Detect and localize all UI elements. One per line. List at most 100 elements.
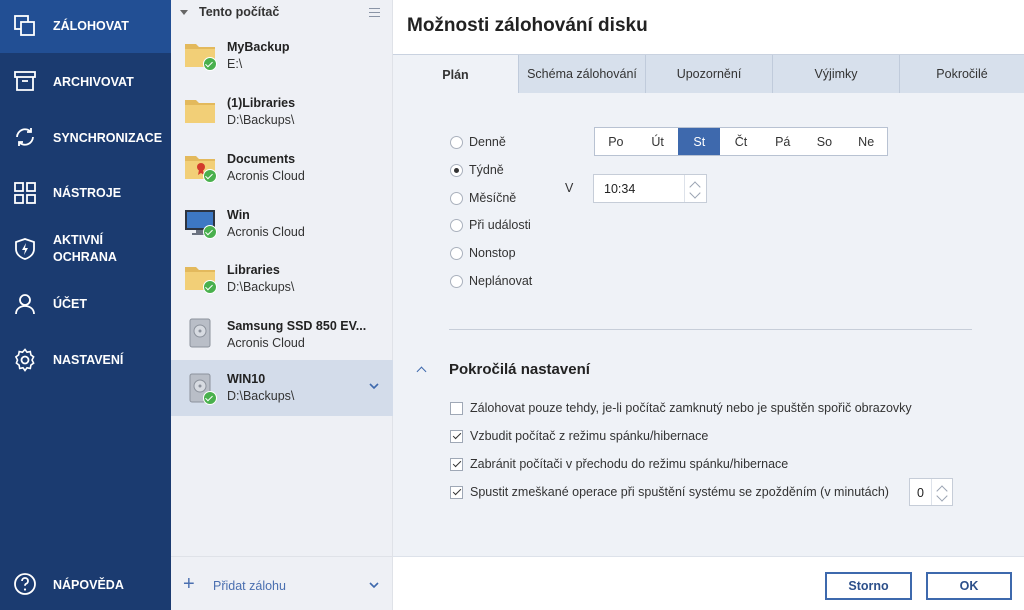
radio-button[interactable] bbox=[450, 135, 463, 149]
day-button-so[interactable]: So bbox=[804, 128, 846, 155]
disk-backup-options-dialog: Možnosti zálohování disku Plán Schéma zá… bbox=[393, 0, 1024, 610]
nav-label: ZÁLOHOVAT bbox=[53, 19, 129, 33]
nav-item-nastaveni[interactable]: NASTAVENÍ bbox=[0, 333, 171, 387]
tab-schema[interactable]: Schéma zálohování bbox=[519, 55, 646, 93]
delay-minutes-input[interactable]: 0 bbox=[909, 478, 953, 506]
tab-exclusions[interactable]: Výjimky bbox=[773, 55, 900, 93]
backup-item[interactable]: Win Acronis Cloud bbox=[171, 198, 393, 254]
backup-name: MyBackup bbox=[227, 40, 290, 54]
backup-destination: Acronis Cloud bbox=[227, 225, 305, 239]
radio-tydne[interactable]: Týdně bbox=[450, 160, 504, 180]
day-button-po[interactable]: Po bbox=[595, 128, 637, 155]
backup-item[interactable]: MyBackup E:\ bbox=[171, 30, 393, 86]
nav-item-nastroje[interactable]: NÁSTROJE bbox=[0, 166, 171, 220]
nav-label: SYNCHRONIZACE bbox=[53, 131, 163, 145]
nav-item-archivovat[interactable]: ARCHIVOVAT bbox=[0, 55, 171, 109]
radio-nonstop[interactable]: Nonstop bbox=[450, 243, 516, 263]
add-backup-button[interactable]: + Přidat zálohu bbox=[171, 556, 393, 610]
ok-button[interactable]: OK bbox=[926, 572, 1012, 600]
radio-button[interactable] bbox=[450, 274, 463, 288]
radio-pri-udalosti[interactable]: Při události bbox=[450, 215, 531, 235]
plus-icon: + bbox=[183, 573, 195, 595]
time-spinner[interactable] bbox=[684, 175, 706, 202]
backup-item[interactable]: Samsung SSD 850 EV... Acronis Cloud bbox=[171, 309, 393, 365]
checkbox-prevent-sleep[interactable]: Zabránit počítači v přechodu do režimu s… bbox=[450, 454, 788, 474]
checkbox-checked[interactable] bbox=[450, 485, 463, 499]
checkbox-checked[interactable] bbox=[450, 457, 463, 471]
backup-name: Win bbox=[227, 208, 250, 222]
nav-label: AKTIVNÍ bbox=[53, 233, 103, 247]
collapse-triangle-icon[interactable] bbox=[180, 10, 188, 15]
radio-label: Týdně bbox=[469, 163, 504, 177]
success-check-icon bbox=[203, 391, 217, 405]
tab-notifications[interactable]: Upozornění bbox=[646, 55, 773, 93]
advanced-settings-title: Pokročilá nastavení bbox=[449, 361, 590, 378]
day-button-pa[interactable]: Pá bbox=[762, 128, 804, 155]
tab-advanced[interactable]: Pokročilé bbox=[900, 55, 1024, 93]
backup-item[interactable]: (1)Libraries D:\Backups\ bbox=[171, 86, 393, 142]
day-button-st-selected[interactable]: St bbox=[678, 128, 721, 155]
checkbox-label: Spustit zmeškané operace při spuštění sy… bbox=[470, 485, 889, 499]
user-icon bbox=[15, 294, 35, 315]
backup-destination: E:\ bbox=[227, 57, 243, 71]
backup-name: Documents bbox=[227, 152, 296, 166]
backup-item-selected[interactable]: WIN10 D:\Backups\ bbox=[171, 360, 393, 416]
day-button-ne[interactable]: Ne bbox=[845, 128, 887, 155]
nav-item-synchronizace[interactable]: SYNCHRONIZACE bbox=[0, 111, 171, 165]
time-input[interactable]: 10:34 bbox=[593, 174, 707, 203]
radio-button-selected[interactable] bbox=[450, 163, 463, 177]
checkbox-missed-operations[interactable]: Spustit zmeškané operace při spuštění sy… bbox=[450, 482, 889, 502]
backup-destination: Acronis Cloud bbox=[227, 336, 305, 350]
backup-list-title: Tento počítač bbox=[199, 5, 280, 19]
backup-list-panel: Tento počítač MyBackup E:\ (1)Libraries … bbox=[171, 0, 393, 610]
chevron-down-icon[interactable] bbox=[368, 579, 380, 591]
radio-label: Denně bbox=[469, 135, 506, 149]
page-title: Možnosti zálohování disku bbox=[407, 15, 648, 36]
cancel-button[interactable]: Storno bbox=[825, 572, 912, 600]
backup-name: Libraries bbox=[227, 263, 280, 277]
shield-bolt-icon bbox=[15, 238, 35, 260]
radio-button[interactable] bbox=[450, 246, 463, 260]
options-tabs: Plán Schéma zálohování Upozornění Výjimk… bbox=[393, 54, 1024, 94]
sync-arrows-icon bbox=[16, 128, 34, 146]
delay-spinner[interactable] bbox=[931, 479, 952, 505]
main-navigation: ZÁLOHOVAT ARCHIVOVAT SYNCHRONIZACE NÁSTR… bbox=[0, 0, 171, 610]
disk-icon bbox=[189, 318, 211, 348]
help-circle-icon bbox=[14, 573, 36, 595]
day-button-ct[interactable]: Čt bbox=[720, 128, 762, 155]
backup-destination: D:\Backups\ bbox=[227, 280, 295, 294]
radio-button[interactable] bbox=[450, 191, 463, 205]
checkbox-checked[interactable] bbox=[450, 429, 463, 443]
success-check-icon bbox=[203, 225, 217, 239]
backup-destination: D:\Backups\ bbox=[227, 113, 295, 127]
add-backup-label: Přidat zálohu bbox=[213, 579, 286, 593]
tab-plan[interactable]: Plán bbox=[393, 55, 519, 94]
checkbox-label: Zálohovat pouze tehdy, je-li počítač zam… bbox=[470, 401, 912, 415]
nav-label: NASTAVENÍ bbox=[53, 353, 124, 367]
backup-item[interactable]: Libraries D:\Backups\ bbox=[171, 253, 393, 309]
radio-denne[interactable]: Denně bbox=[450, 132, 506, 152]
gear-icon bbox=[14, 348, 35, 372]
checkbox-locked-only[interactable]: Zálohovat pouze tehdy, je-li počítač zam… bbox=[450, 398, 912, 418]
time-label: V bbox=[565, 181, 574, 195]
backup-item[interactable]: Documents Acronis Cloud bbox=[171, 142, 393, 198]
radio-label: Při události bbox=[469, 218, 531, 232]
time-value: 10:34 bbox=[604, 182, 636, 196]
nav-item-napoveda[interactable]: NÁPOVĚDA bbox=[0, 558, 171, 610]
checkbox[interactable] bbox=[450, 401, 463, 415]
nav-item-aktivni-ochrana[interactable]: AKTIVNÍ OCHRANA bbox=[0, 222, 171, 278]
nav-label-line2: OCHRANA bbox=[53, 250, 117, 264]
checkbox-wake-up[interactable]: Vzbudit počítač z režimu spánku/hibernac… bbox=[450, 426, 708, 446]
radio-button[interactable] bbox=[450, 218, 463, 232]
nav-item-ucet[interactable]: ÚČET bbox=[0, 279, 171, 333]
day-button-ut[interactable]: Út bbox=[637, 128, 679, 155]
radio-mesicne[interactable]: Měsíčně bbox=[450, 188, 516, 208]
weekday-selector: Po Út St Čt Pá So Ne bbox=[594, 127, 888, 156]
nav-item-zalohovat[interactable]: ZÁLOHOVAT bbox=[0, 0, 171, 53]
nav-label: NÁPOVĚDA bbox=[53, 578, 124, 592]
radio-neplanovat[interactable]: Neplánovat bbox=[450, 271, 532, 291]
backup-list-header[interactable]: Tento počítač bbox=[171, 0, 393, 26]
hamburger-menu-icon[interactable] bbox=[369, 8, 380, 17]
checkbox-label: Zabránit počítači v přechodu do režimu s… bbox=[470, 457, 789, 471]
chevron-down-icon[interactable] bbox=[368, 380, 380, 392]
